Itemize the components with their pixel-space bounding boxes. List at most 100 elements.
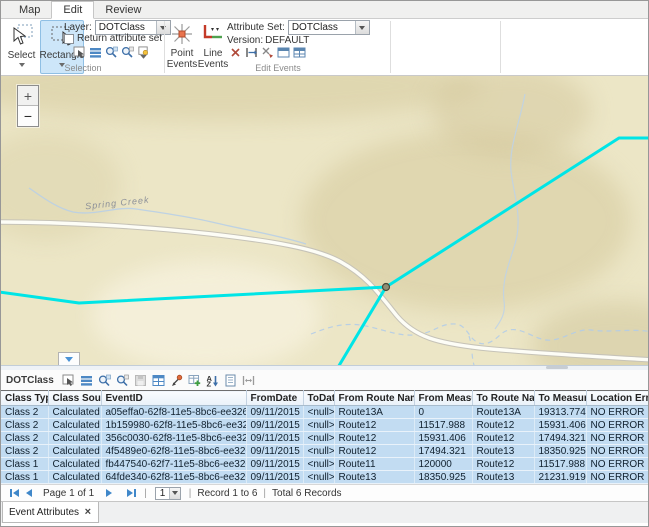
zoom-to-selection-icon[interactable] <box>98 374 111 387</box>
panel-collapse-button[interactable] <box>58 352 80 365</box>
map-zoom-control: + − <box>17 85 39 127</box>
table-cell: 64fde340-62f8-11e5-8bc6-ee32641d5ec9 <box>101 471 246 484</box>
close-tab-icon[interactable]: × <box>85 506 91 518</box>
open-table-icon[interactable] <box>152 374 165 387</box>
attributes-form-icon[interactable] <box>224 374 237 387</box>
column-header[interactable]: FromDate <box>246 391 303 406</box>
tab-edit[interactable]: Edit <box>51 1 94 19</box>
table-cell: Route13A <box>334 406 414 419</box>
ribbon: Select Rectangle Layer: DOTClass Return … <box>1 19 648 76</box>
column-header[interactable]: Location Error <box>586 391 648 406</box>
table-cell: Calculated <box>48 458 101 471</box>
table-row[interactable]: Class 2Calculated356c0030-62f8-11e5-8bc6… <box>1 432 648 445</box>
table-cell: Route12 <box>334 419 414 432</box>
table-cell: NO ERROR <box>586 445 648 458</box>
previous-page-button[interactable] <box>21 487 35 499</box>
selection-list-icon[interactable] <box>89 46 102 59</box>
table-cell: <null> <box>303 406 334 419</box>
table-cell: 11517.988 <box>534 458 586 471</box>
last-page-button[interactable] <box>124 487 138 499</box>
split-event-icon[interactable] <box>245 46 258 59</box>
creek-line <box>29 188 306 244</box>
select-by-box-icon[interactable] <box>73 46 86 59</box>
collapse-arrow-icon <box>65 357 73 362</box>
total-records-text: Total 6 Records <box>272 488 341 499</box>
selection-options-icon[interactable] <box>137 46 150 59</box>
tab-review[interactable]: Review <box>94 2 152 18</box>
table-row[interactable]: Class 1Calculatedfb447540-62f7-11e5-8bc6… <box>1 458 648 471</box>
column-header[interactable]: From Measure <box>414 391 472 406</box>
table-cell: Route13A <box>472 406 534 419</box>
edit-events-group-label: Edit Events <box>167 63 389 73</box>
save-icon <box>134 374 147 387</box>
table-cell: Route13 <box>472 471 534 484</box>
table-cell: Route11 <box>334 458 414 471</box>
chevron-down-icon[interactable] <box>169 488 180 499</box>
group-divider <box>164 21 165 73</box>
table-cell: 18350.925 <box>534 445 586 458</box>
column-header[interactable]: From Route Name <box>334 391 414 406</box>
column-header[interactable]: Class Type <box>1 391 48 406</box>
column-header[interactable]: To Route Name <box>472 391 534 406</box>
return-attribute-set-label: Return attribute set <box>77 33 162 44</box>
column-header[interactable]: To Measure <box>534 391 586 406</box>
selection-group-label: Selection <box>3 63 163 73</box>
pan-to-selected-icon[interactable] <box>121 46 134 59</box>
table-cell: <null> <box>303 432 334 445</box>
chevron-down-icon[interactable] <box>355 21 369 34</box>
table-cell: 09/11/2015 <box>246 458 303 471</box>
locate-event-icon[interactable] <box>170 374 183 387</box>
merge-event-icon[interactable] <box>261 46 274 59</box>
column-header[interactable]: ToDate <box>303 391 334 406</box>
add-record-icon[interactable] <box>188 374 201 387</box>
fit-columns-icon <box>242 374 255 387</box>
table-row[interactable]: Class 1Calculated64fde340-62f8-11e5-8bc6… <box>1 471 648 484</box>
panel-splitter[interactable] <box>1 365 648 370</box>
attribute-set-combo[interactable]: DOTClass <box>288 20 370 35</box>
table-cell: Class 1 <box>1 471 48 484</box>
show-selected-records-icon[interactable] <box>80 374 93 387</box>
tab-map[interactable]: Map <box>8 2 51 18</box>
table-cell: Class 2 <box>1 432 48 445</box>
tab-event-attributes[interactable]: Event Attributes × <box>2 502 99 523</box>
delete-event-icon[interactable] <box>229 46 242 59</box>
column-header[interactable]: Class Source <box>48 391 101 406</box>
zoom-in-button[interactable]: + <box>18 86 38 106</box>
table-cell: 09/11/2015 <box>246 406 303 419</box>
table-cell: 09/11/2015 <box>246 445 303 458</box>
zoom-to-selected-icon[interactable] <box>105 46 118 59</box>
sort-records-icon[interactable]: AZ <box>206 374 219 387</box>
return-attribute-set-checkbox[interactable] <box>64 34 74 44</box>
table-cell: Route12 <box>334 445 414 458</box>
page-number-combo[interactable]: 1 <box>155 487 181 500</box>
group-divider <box>500 21 501 73</box>
column-header[interactable]: EventID <box>101 391 246 406</box>
route-event-line <box>386 138 648 287</box>
table-cell: 0 <box>414 406 472 419</box>
table-row[interactable]: Class 2Calculated4f5489e0-62f8-11e5-8bc6… <box>1 445 648 458</box>
splitter-grip[interactable] <box>546 366 568 369</box>
table-cell: Calculated <box>48 432 101 445</box>
select-records-icon[interactable] <box>62 374 75 387</box>
version-label: Version: <box>227 35 263 46</box>
event-table-toolbar: DOTClass AZ <box>1 370 648 390</box>
table-cell: NO ERROR <box>586 471 648 484</box>
table-row[interactable]: Class 2Calculated1b159980-62f8-11e5-8bc6… <box>1 419 648 432</box>
event-attributes-window-icon[interactable] <box>277 46 290 59</box>
table-cell: Class 2 <box>1 419 48 432</box>
table-cell: 356c0030-62f8-11e5-8bc6-ee32641d5ec9 <box>101 432 246 445</box>
pan-to-selection-icon[interactable] <box>116 374 129 387</box>
page-indicator: Page 1 of 1 <box>43 488 94 499</box>
table-row[interactable]: Class 2Calculateda05effa0-62f8-11e5-8bc6… <box>1 406 648 419</box>
event-grid-window-icon[interactable] <box>293 46 306 59</box>
pager-separator: | <box>263 488 266 499</box>
first-page-button[interactable] <box>7 487 21 499</box>
table-cell: <null> <box>303 471 334 484</box>
route-event-line <box>1 287 386 303</box>
map-view[interactable]: Spring Creek + − <box>1 76 648 365</box>
zoom-out-button[interactable]: − <box>18 106 38 126</box>
tab-event-attributes-label: Event Attributes <box>9 507 79 518</box>
table-cell: 19313.774 <box>534 406 586 419</box>
table-cell: fb447540-62f7-11e5-8bc6-ee32641d5ec9 <box>101 458 246 471</box>
next-page-button[interactable] <box>102 487 116 499</box>
